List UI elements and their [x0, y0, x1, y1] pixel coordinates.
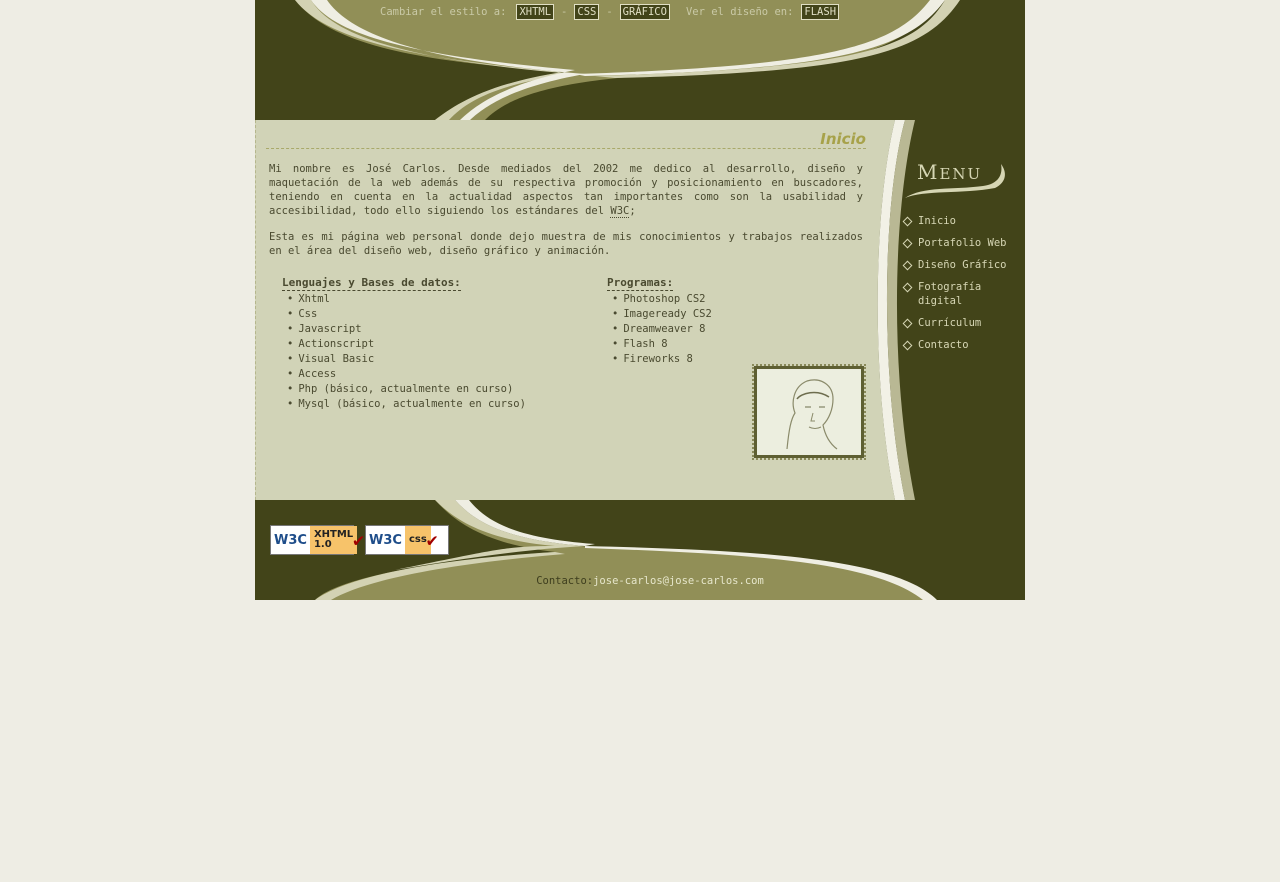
badge-w3c-text: W3C	[274, 532, 307, 548]
list-item: Dreamweaver 8	[612, 322, 712, 337]
menu-item-curriculum[interactable]: Currículum	[902, 316, 1025, 330]
menu-item-label: Inicio	[918, 215, 956, 227]
description-paragraph: Esta es mi página web personal donde dej…	[269, 231, 863, 257]
separator: -	[561, 6, 568, 18]
languages-list: Xhtml Css Javascript Actionscript Visual…	[282, 292, 526, 412]
punctuation: ;	[629, 205, 636, 217]
style-grafico-link[interactable]: GRÁFICO	[619, 4, 670, 20]
w3c-abbr[interactable]: W3C	[610, 205, 630, 218]
languages-section: Lenguajes y Bases de datos: Xhtml Css Ja…	[282, 276, 526, 412]
menu-item-portafolio-web[interactable]: Portafolio Web	[902, 236, 1025, 250]
diamond-bullet-icon	[902, 318, 913, 329]
menu-item-label: Fotografía digital	[918, 281, 982, 307]
languages-heading: Lenguajes y Bases de datos:	[282, 276, 461, 291]
style-xhtml-link[interactable]: XHTML	[516, 4, 555, 20]
menu-title-initial: M	[917, 160, 940, 184]
checkmark-icon: ✔	[426, 529, 438, 551]
footer: W3C XHTML 1.0 ✔ W3C css ✔ Contacto:jose-…	[255, 500, 1025, 600]
w3c-css-badge[interactable]: W3C css ✔	[365, 525, 449, 555]
profile-photo	[752, 364, 866, 460]
diamond-bullet-icon	[902, 340, 913, 351]
list-item: Photoshop CS2	[612, 292, 712, 307]
menu-item-label: Contacto	[918, 339, 969, 351]
intro-text: Mi nombre es José Carlos. Desde mediados…	[269, 163, 863, 217]
main-content: Inicio Mi nombre es José Carlos. Desde m…	[255, 120, 875, 500]
menu-item-label: Diseño Gráfico	[918, 259, 1007, 271]
contact-email-link[interactable]: jose-carlos@jose-carlos.com	[593, 575, 764, 587]
diamond-bullet-icon	[902, 260, 913, 271]
menu-title-rest: ENU	[939, 165, 983, 183]
contact-line: Contacto:jose-carlos@jose-carlos.com	[255, 575, 1025, 587]
diamond-bullet-icon	[902, 216, 913, 227]
checkmark-icon: ✔	[353, 529, 365, 551]
menu-title: MENU	[917, 160, 982, 184]
menu-item-diseno-grafico[interactable]: Diseño Gráfico	[902, 258, 1025, 272]
menu-item-fotografia-digital[interactable]: Fotografía digital	[902, 280, 1025, 308]
menu-item-inicio[interactable]: Inicio	[902, 214, 1025, 228]
intro-paragraph: Mi nombre es José Carlos. Desde mediados…	[269, 162, 863, 218]
header: Cambiar el estilo a: XHTML - CSS - GRÁFI…	[255, 0, 1025, 120]
list-item: Imageready CS2	[612, 307, 712, 322]
page: Cambiar el estilo a: XHTML - CSS - GRÁFI…	[255, 0, 1025, 600]
contact-label: Contacto:	[536, 575, 594, 587]
menu-item-label: Portafolio Web	[918, 237, 1007, 249]
list-item: Css	[287, 307, 526, 322]
list-item: Actionscript	[287, 337, 526, 352]
list-item: Mysql (básico, actualmente en curso)	[287, 397, 526, 412]
menu-item-label: Currículum	[918, 317, 982, 329]
list-item: Flash 8	[612, 337, 712, 352]
diamond-bullet-icon	[902, 282, 913, 293]
design-flash-link[interactable]: FLASH	[801, 4, 840, 20]
page-title: Inicio	[266, 130, 866, 149]
style-css-link[interactable]: CSS	[574, 4, 600, 20]
menu-item-contacto[interactable]: Contacto	[902, 338, 1025, 352]
programs-section: Programas: Photoshop CS2 Imageready CS2 …	[607, 276, 712, 367]
list-item: Xhtml	[287, 292, 526, 307]
separator: -	[606, 6, 613, 18]
badge-w3c-text: W3C	[369, 532, 402, 548]
w3c-xhtml-badge[interactable]: W3C XHTML 1.0 ✔	[270, 525, 364, 555]
portrait-sketch	[786, 379, 838, 450]
programs-list: Photoshop CS2 Imageready CS2 Dreamweaver…	[607, 292, 712, 367]
sidebar: MENU Inicio Portafolio Web Diseño Gráfic…	[875, 120, 1025, 500]
design-label: Ver el diseño en:	[685, 6, 794, 18]
menu-list: Inicio Portafolio Web Diseño Gráfico Fot…	[902, 214, 1025, 360]
list-item: Php (básico, actualmente en curso)	[287, 382, 526, 397]
list-item: Fireworks 8	[612, 352, 712, 367]
list-item: Visual Basic	[287, 352, 526, 367]
diamond-bullet-icon	[902, 238, 913, 249]
badge-standard-text: XHTML 1.0	[309, 526, 358, 554]
style-label: Cambiar el estilo a:	[380, 6, 507, 18]
programs-heading: Programas:	[607, 276, 674, 291]
list-item: Javascript	[287, 322, 526, 337]
list-item: Access	[287, 367, 526, 382]
style-switcher-bar: Cambiar el estilo a: XHTML - CSS - GRÁFI…	[380, 4, 843, 20]
